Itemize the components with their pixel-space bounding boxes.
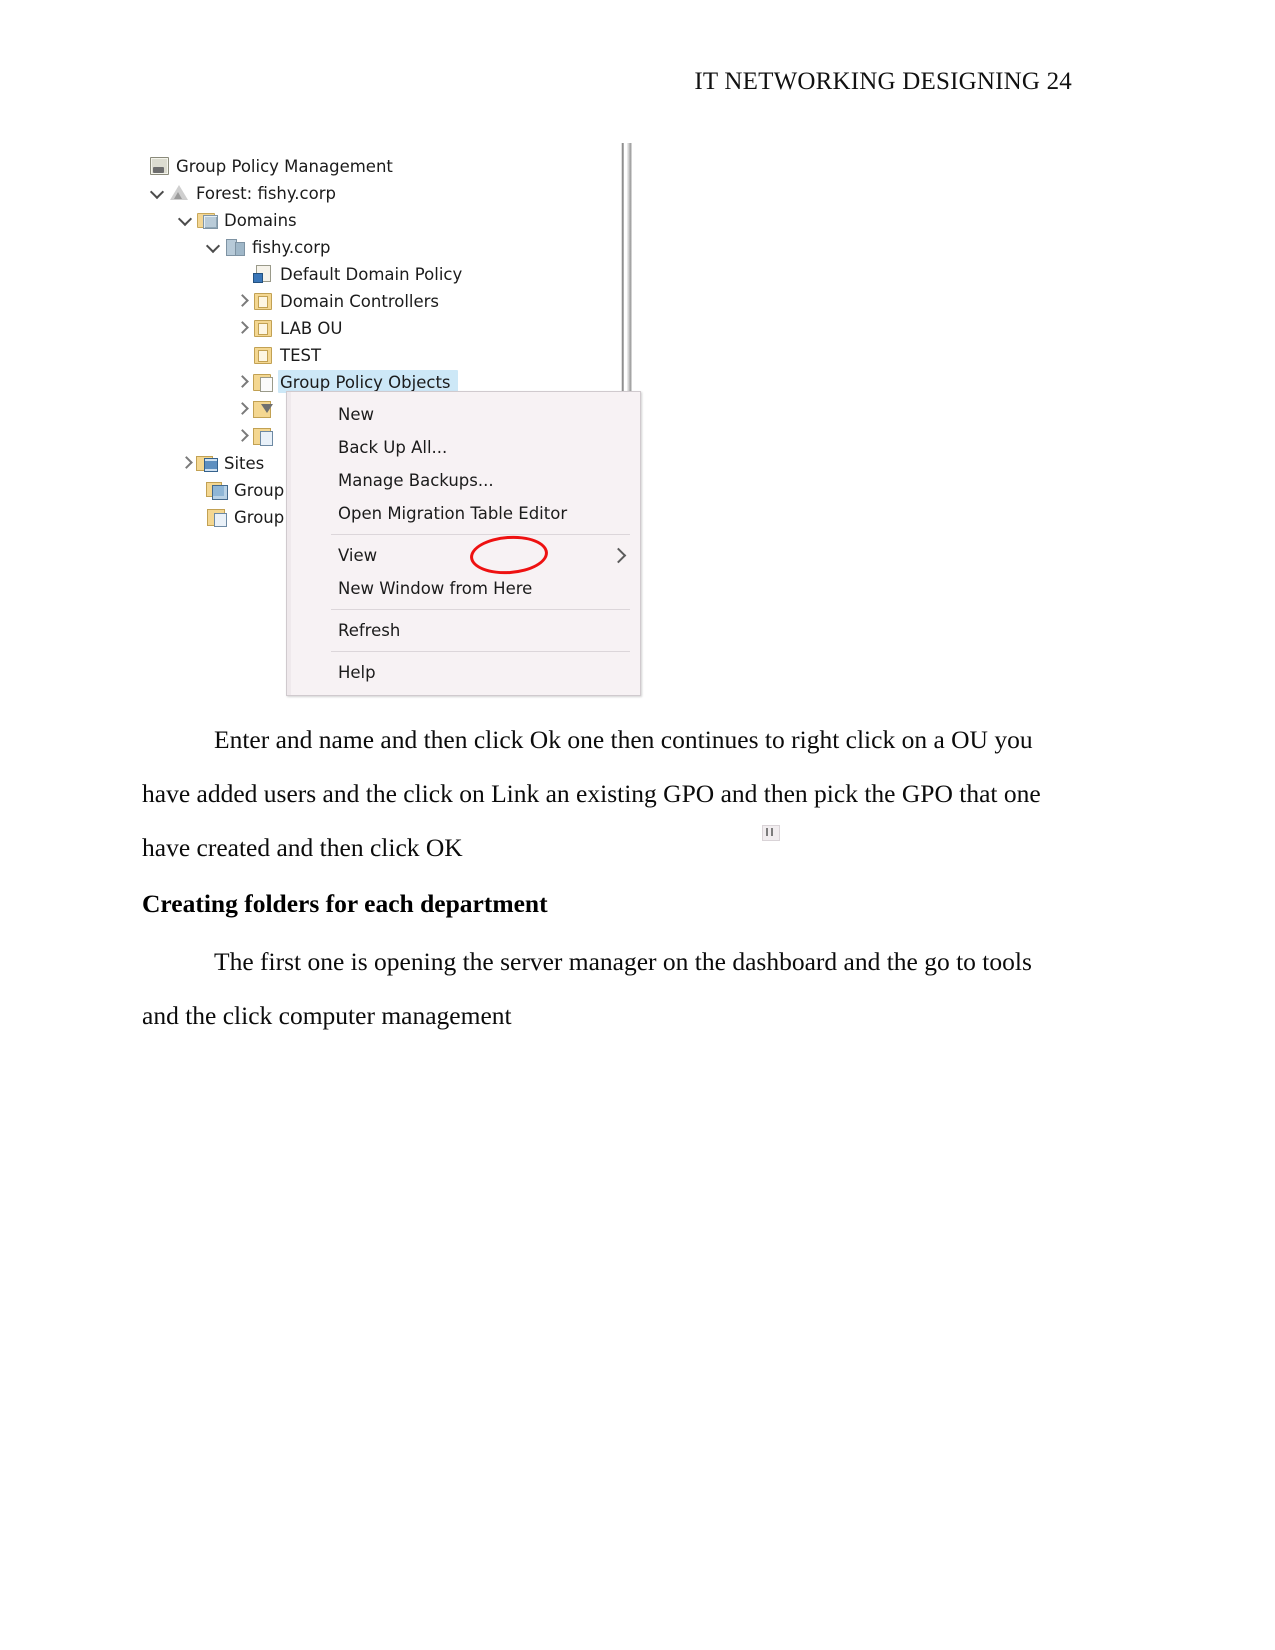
heading-creating-folders: Creating folders for each department bbox=[142, 889, 548, 918]
organizational-unit-icon bbox=[252, 291, 274, 311]
tree-item-label: Group Policy Objects bbox=[280, 372, 451, 392]
chevron-down-icon[interactable] bbox=[150, 185, 166, 201]
context-menu-item-manage-backups[interactable]: Manage Backups... bbox=[287, 464, 640, 497]
context-menu-item-refresh[interactable]: Refresh bbox=[287, 614, 640, 647]
tree-item-label: Sites bbox=[224, 453, 265, 473]
tree-item-label: Domain Controllers bbox=[280, 291, 440, 311]
chevron-right-icon[interactable] bbox=[234, 401, 250, 417]
gpmc-screenshot-figure: Group Policy Management Forest: fishy.co… bbox=[142, 143, 780, 841]
tree-item-label: Domains bbox=[224, 210, 297, 230]
page-header: IT NETWORKING DESIGNING 24 bbox=[694, 68, 1072, 95]
forest-icon bbox=[168, 183, 190, 203]
context-menu-separator bbox=[331, 609, 630, 610]
context-menu-item-open-migration-table-editor[interactable]: Open Migration Table Editor bbox=[287, 497, 640, 530]
context-menu-item-label: Back Up All... bbox=[338, 438, 448, 457]
sites-folder-icon bbox=[196, 453, 218, 473]
context-menu-item-label: Open Migration Table Editor bbox=[338, 504, 568, 523]
tree-item-domain-controllers[interactable]: Domain Controllers bbox=[234, 288, 439, 314]
tree-item-wmi-filters[interactable] bbox=[234, 396, 280, 422]
context-menu[interactable]: New Back Up All... Manage Backups... Ope… bbox=[286, 391, 641, 696]
chevron-down-icon[interactable] bbox=[206, 239, 222, 255]
tree-item-group-policy-results[interactable]: Group bbox=[204, 504, 284, 530]
chevron-right-icon[interactable] bbox=[234, 320, 250, 336]
group-policy-objects-folder-icon bbox=[252, 372, 274, 392]
context-menu-separator bbox=[331, 534, 630, 535]
organizational-unit-icon bbox=[252, 345, 274, 365]
chevron-right-icon[interactable] bbox=[234, 374, 250, 390]
context-menu-separator bbox=[331, 651, 630, 652]
policy-icon bbox=[252, 264, 274, 284]
tree-item-label: LAB OU bbox=[280, 318, 343, 338]
context-menu-item-help[interactable]: Help bbox=[287, 656, 640, 689]
wmi-filter-folder-icon bbox=[252, 399, 274, 419]
console-icon bbox=[148, 156, 170, 176]
context-menu-item-label: Help bbox=[338, 663, 376, 682]
tree-item-lab-ou[interactable]: LAB OU bbox=[234, 315, 343, 341]
chevron-right-icon[interactable] bbox=[234, 428, 250, 444]
chevron-right-icon[interactable] bbox=[178, 455, 194, 471]
tree-item-label: Group bbox=[234, 480, 285, 500]
context-menu-item-label: New Window from Here bbox=[338, 579, 533, 598]
paragraph-2: The first one is opening the server mana… bbox=[142, 947, 1032, 1030]
tree-item-sites[interactable]: Sites bbox=[178, 450, 264, 476]
tree-item-label: Group bbox=[234, 507, 285, 527]
tree-item-group-policy-management[interactable]: Group Policy Management bbox=[146, 153, 393, 179]
tree-item-label: fishy.corp bbox=[252, 237, 331, 257]
domains-folder-icon bbox=[196, 210, 218, 230]
group-policy-modeling-icon bbox=[206, 480, 228, 500]
tree-item-domains[interactable]: Domains bbox=[178, 207, 297, 233]
domain-icon bbox=[224, 237, 246, 257]
tree-item-starter-gpos[interactable] bbox=[234, 423, 280, 449]
context-menu-item-view[interactable]: View bbox=[287, 539, 640, 572]
chevron-placeholder bbox=[234, 347, 250, 363]
context-menu-item-label: New bbox=[338, 405, 374, 424]
tree-item-label: Forest: fishy.corp bbox=[196, 183, 336, 203]
starter-gpo-folder-icon bbox=[252, 426, 274, 446]
chevron-down-icon[interactable] bbox=[178, 212, 194, 228]
tree-item-forest[interactable]: Forest: fishy.corp bbox=[150, 180, 336, 206]
context-menu-item-label: Refresh bbox=[338, 621, 401, 640]
tree-item-default-domain-policy[interactable]: Default Domain Policy bbox=[234, 261, 462, 287]
tree-item-fishy-corp[interactable]: fishy.corp bbox=[206, 234, 331, 260]
chevron-placeholder bbox=[234, 266, 250, 282]
tree-item-test[interactable]: TEST bbox=[234, 342, 321, 368]
group-policy-results-icon bbox=[206, 507, 228, 527]
tree-item-group-policy-modeling[interactable]: Group bbox=[204, 477, 284, 503]
context-menu-item-label: View bbox=[338, 546, 378, 565]
chevron-right-icon bbox=[610, 547, 627, 564]
tree-item-label: Default Domain Policy bbox=[280, 264, 463, 284]
chevron-right-icon[interactable] bbox=[234, 293, 250, 309]
paragraph-1: Enter and name and then click Ok one the… bbox=[142, 725, 1041, 862]
context-menu-item-label: Manage Backups... bbox=[338, 471, 494, 490]
context-menu-item-new-window-from-here[interactable]: New Window from Here bbox=[287, 572, 640, 605]
tree-item-label: Group Policy Management bbox=[176, 156, 393, 176]
tree-item-label: TEST bbox=[280, 345, 322, 365]
context-menu-item-back-up-all[interactable]: Back Up All... bbox=[287, 431, 640, 464]
context-menu-item-new[interactable]: New bbox=[287, 398, 640, 431]
organizational-unit-icon bbox=[252, 318, 274, 338]
